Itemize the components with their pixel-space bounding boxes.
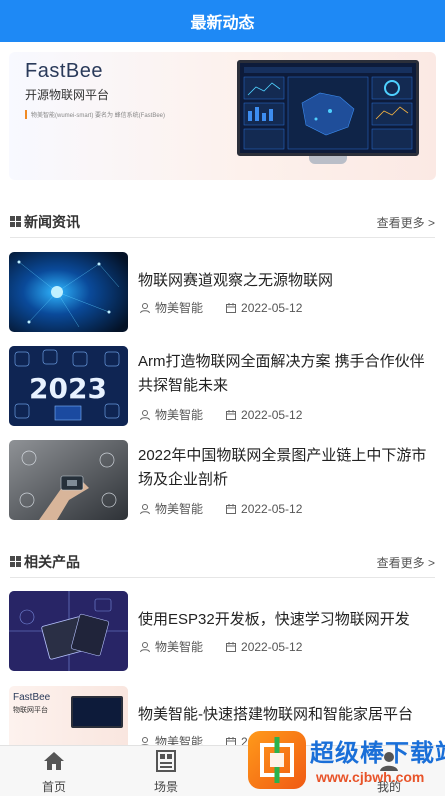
product-item[interactable]: 使用ESP32开发板，快速学习物联网开发 物美智能 2022-05-12 — [9, 591, 436, 673]
news-date: 2022-05-12 — [241, 501, 303, 516]
view-more-news-link[interactable]: 查看更多 > — [377, 214, 435, 231]
product-date: 2022-05-12 — [241, 639, 303, 654]
dashboard-monitor-illustration — [237, 60, 419, 164]
news-thumbnail: 2023 — [9, 346, 128, 426]
news-meta: 物美智能 2022-05-12 — [139, 500, 302, 517]
watermark-url: www.cjbwh.com — [316, 769, 425, 785]
divider — [10, 577, 435, 578]
news-date: 2022-05-12 — [241, 300, 303, 315]
tab-scene[interactable]: 场景 — [136, 750, 196, 794]
user-icon — [140, 503, 150, 514]
product-title: 使用ESP32开发板，快速学习物联网开发 — [138, 611, 410, 628]
section-header-news: 新闻资讯 查看更多 > — [10, 209, 435, 237]
news-date: 2022-05-12 — [241, 407, 303, 422]
scene-icon — [156, 750, 176, 772]
calendar-icon — [226, 409, 237, 420]
news-thumbnail — [9, 252, 128, 332]
section-header-products: 相关产品 查看更多 > — [10, 549, 435, 577]
news-author: 物美智能 — [155, 301, 204, 315]
banner-brand: FastBee — [25, 60, 103, 82]
thumb-2023-text: 2023 — [29, 372, 107, 405]
calendar-icon — [226, 641, 237, 652]
tab-home[interactable]: 首页 — [24, 750, 84, 794]
product-thumbnail — [9, 591, 128, 671]
section-title-products: 相关产品 — [24, 554, 80, 570]
banner-tiny-text: 物美智能(wumei-smart) 要名为 蜂信系统(FastBee) — [25, 110, 165, 119]
product-meta: 物美智能 2022-05-12 — [139, 638, 302, 655]
calendar-icon — [226, 503, 237, 514]
news-author: 物美智能 — [155, 408, 204, 422]
promo-banner[interactable]: FastBee 开源物联网平台 物美智能(wumei-smart) 要名为 蜂信… — [9, 52, 436, 180]
watermark-logo-icon — [248, 731, 306, 789]
news-title: 物联网赛道观察之无源物联网 — [138, 272, 334, 289]
top-app-bar: 最新动态 — [0, 0, 445, 42]
user-icon — [140, 302, 150, 313]
user-icon — [140, 641, 150, 652]
tab-home-label: 首页 — [41, 780, 66, 794]
watermark-text: 超级棒下载站 — [310, 740, 445, 767]
news-title: 2022年中国物联网全景图产业链上中下游市场及企业剖析 — [138, 447, 427, 488]
monitor-illustration — [71, 696, 123, 728]
view-more-products-link[interactable]: 查看更多 > — [377, 554, 435, 571]
section-title-news: 新闻资讯 — [24, 214, 80, 230]
page-title: 最新动态 — [190, 15, 255, 32]
user-icon — [140, 409, 150, 420]
home-icon — [44, 752, 64, 770]
product-title: 物美智能-快速搭建物联网和智能家居平台 — [138, 706, 413, 723]
news-thumbnail — [9, 440, 128, 520]
news-item[interactable]: 2023 Arm打造物联网全面解决方案 携手合作伙伴共探智能未来 物美智能 20… — [9, 346, 436, 428]
divider — [10, 237, 435, 238]
news-meta: 物美智能 2022-05-12 — [139, 406, 302, 423]
tab-scene-label: 场景 — [153, 780, 178, 794]
thumb-fastbee-sub: 物联网平台 — [13, 707, 48, 714]
banner-subtitle: 开源物联网平台 — [25, 88, 110, 102]
grid-icon — [10, 556, 21, 567]
news-author: 物美智能 — [155, 502, 204, 516]
news-item[interactable]: 物联网赛道观察之无源物联网 物美智能 2022-05-12 — [9, 252, 436, 334]
watermark: 超级棒下载站 www.cjbwh.com — [244, 729, 445, 793]
news-title: Arm打造物联网全面解决方案 携手合作伙伴共探智能未来 — [138, 353, 425, 394]
calendar-icon — [226, 302, 237, 313]
thumb-fastbee-text: FastBee — [13, 692, 51, 703]
news-item[interactable]: 2022年中国物联网全景图产业链上中下游市场及企业剖析 物美智能 2022-05… — [9, 440, 436, 522]
news-meta: 物美智能 2022-05-12 — [139, 299, 302, 316]
grid-icon — [10, 216, 21, 227]
product-author: 物美智能 — [155, 640, 204, 654]
